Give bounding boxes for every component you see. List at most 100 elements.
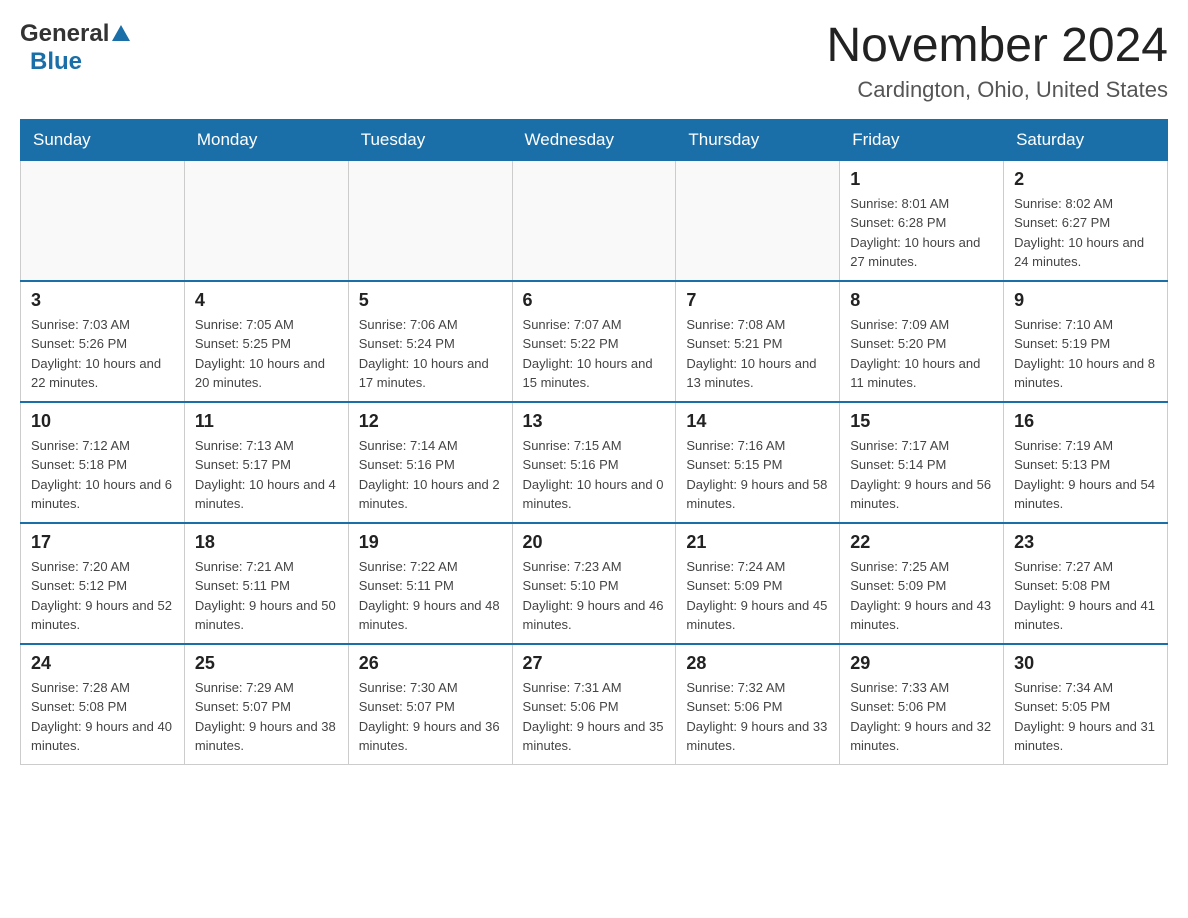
calendar-subtitle: Cardington, Ohio, United States <box>826 77 1168 103</box>
day-number: 17 <box>31 532 174 553</box>
calendar-title: November 2024 <box>826 20 1168 73</box>
day-number: 15 <box>850 411 993 432</box>
day-info: Sunrise: 7:34 AMSunset: 5:05 PMDaylight:… <box>1014 678 1157 756</box>
day-info: Sunrise: 7:07 AMSunset: 5:22 PMDaylight:… <box>523 315 666 393</box>
table-row: 27 Sunrise: 7:31 AMSunset: 5:06 PMDayligh… <box>512 644 676 765</box>
day-number: 5 <box>359 290 502 311</box>
table-row: 2Sunrise: 8:02 AMSunset: 6:27 PMDaylight… <box>1004 160 1168 281</box>
table-row: 11 Sunrise: 7:13 AMSunset: 5:17 PMDayligh… <box>184 402 348 523</box>
day-number: 6 <box>523 290 666 311</box>
day-info: Sunrise: 7:14 AMSunset: 5:16 PMDaylight:… <box>359 436 502 514</box>
table-row: 6 Sunrise: 7:07 AMSunset: 5:22 PMDaylight… <box>512 281 676 402</box>
day-info: Sunrise: 7:06 AMSunset: 5:24 PMDaylight:… <box>359 315 502 393</box>
calendar-header-row: Sunday Monday Tuesday Wednesday Thursday… <box>21 119 1168 160</box>
day-number: 16 <box>1014 411 1157 432</box>
day-number: 25 <box>195 653 338 674</box>
table-row <box>676 160 840 281</box>
header-wednesday: Wednesday <box>512 119 676 160</box>
day-info: Sunrise: 7:12 AMSunset: 5:18 PMDaylight:… <box>31 436 174 514</box>
table-row: 14 Sunrise: 7:16 AMSunset: 5:15 PMDayligh… <box>676 402 840 523</box>
day-info: Sunrise: 7:03 AMSunset: 5:26 PMDaylight:… <box>31 315 174 393</box>
day-info: Sunrise: 7:27 AMSunset: 5:08 PMDaylight:… <box>1014 557 1157 635</box>
table-row: 1 Sunrise: 8:01 AMSunset: 6:28 PMDaylight… <box>840 160 1004 281</box>
day-info: Sunrise: 7:10 AMSunset: 5:19 PMDaylight:… <box>1014 315 1157 393</box>
day-number: 22 <box>850 532 993 553</box>
table-row: 29Sunrise: 7:33 AMSunset: 5:06 PMDayligh… <box>840 644 1004 765</box>
table-row: 7Sunrise: 7:08 AMSunset: 5:21 PMDaylight… <box>676 281 840 402</box>
table-row <box>348 160 512 281</box>
header-saturday: Saturday <box>1004 119 1168 160</box>
day-number: 12 <box>359 411 502 432</box>
day-info: Sunrise: 8:01 AMSunset: 6:28 PMDaylight:… <box>850 194 993 272</box>
day-number: 13 <box>523 411 666 432</box>
day-info: Sunrise: 7:09 AMSunset: 5:20 PMDaylight:… <box>850 315 993 393</box>
table-row: 9 Sunrise: 7:10 AMSunset: 5:19 PMDaylight… <box>1004 281 1168 402</box>
table-row: 17 Sunrise: 7:20 AMSunset: 5:12 PMDayligh… <box>21 523 185 644</box>
table-row: 19Sunrise: 7:22 AMSunset: 5:11 PMDayligh… <box>348 523 512 644</box>
day-info: Sunrise: 7:15 AMSunset: 5:16 PMDaylight:… <box>523 436 666 514</box>
day-number: 14 <box>686 411 829 432</box>
day-number: 8 <box>850 290 993 311</box>
logo: General Blue <box>20 20 130 76</box>
table-row: 30 Sunrise: 7:34 AMSunset: 5:05 PMDayligh… <box>1004 644 1168 765</box>
day-number: 11 <box>195 411 338 432</box>
header-monday: Monday <box>184 119 348 160</box>
header-thursday: Thursday <box>676 119 840 160</box>
day-info: Sunrise: 7:21 AMSunset: 5:11 PMDaylight:… <box>195 557 338 635</box>
day-number: 20 <box>523 532 666 553</box>
day-info: Sunrise: 7:31 AMSunset: 5:06 PMDaylight:… <box>523 678 666 756</box>
day-info: Sunrise: 7:08 AMSunset: 5:21 PMDaylight:… <box>686 315 829 393</box>
table-row: 3Sunrise: 7:03 AMSunset: 5:26 PMDaylight… <box>21 281 185 402</box>
day-number: 24 <box>31 653 174 674</box>
day-info: Sunrise: 7:23 AMSunset: 5:10 PMDaylight:… <box>523 557 666 635</box>
logo-blue-text: Blue <box>30 48 82 75</box>
table-row: 22Sunrise: 7:25 AMSunset: 5:09 PMDayligh… <box>840 523 1004 644</box>
table-row: 28Sunrise: 7:32 AMSunset: 5:06 PMDayligh… <box>676 644 840 765</box>
day-info: Sunrise: 8:02 AMSunset: 6:27 PMDaylight:… <box>1014 194 1157 272</box>
table-row: 26 Sunrise: 7:30 AMSunset: 5:07 PMDayligh… <box>348 644 512 765</box>
day-number: 27 <box>523 653 666 674</box>
day-info: Sunrise: 7:20 AMSunset: 5:12 PMDaylight:… <box>31 557 174 635</box>
day-number: 29 <box>850 653 993 674</box>
table-row: 23Sunrise: 7:27 AMSunset: 5:08 PMDayligh… <box>1004 523 1168 644</box>
table-row: 21 Sunrise: 7:24 AMSunset: 5:09 PMDayligh… <box>676 523 840 644</box>
day-info: Sunrise: 7:29 AMSunset: 5:07 PMDaylight:… <box>195 678 338 756</box>
day-info: Sunrise: 7:30 AMSunset: 5:07 PMDaylight:… <box>359 678 502 756</box>
calendar-table: Sunday Monday Tuesday Wednesday Thursday… <box>20 119 1168 765</box>
day-number: 18 <box>195 532 338 553</box>
table-row: 8 Sunrise: 7:09 AMSunset: 5:20 PMDaylight… <box>840 281 1004 402</box>
day-number: 1 <box>850 169 993 190</box>
day-info: Sunrise: 7:17 AMSunset: 5:14 PMDaylight:… <box>850 436 993 514</box>
table-row: 16 Sunrise: 7:19 AMSunset: 5:13 PMDayligh… <box>1004 402 1168 523</box>
title-block: November 2024 Cardington, Ohio, United S… <box>826 20 1168 103</box>
table-row: 20 Sunrise: 7:23 AMSunset: 5:10 PMDayligh… <box>512 523 676 644</box>
day-number: 21 <box>686 532 829 553</box>
header-sunday: Sunday <box>21 119 185 160</box>
day-number: 4 <box>195 290 338 311</box>
table-row: 18 Sunrise: 7:21 AMSunset: 5:11 PMDayligh… <box>184 523 348 644</box>
table-row: 4Sunrise: 7:05 AMSunset: 5:25 PMDaylight… <box>184 281 348 402</box>
table-row: 13 Sunrise: 7:15 AMSunset: 5:16 PMDayligh… <box>512 402 676 523</box>
table-row <box>512 160 676 281</box>
day-info: Sunrise: 7:13 AMSunset: 5:17 PMDaylight:… <box>195 436 338 514</box>
table-row <box>184 160 348 281</box>
day-info: Sunrise: 7:24 AMSunset: 5:09 PMDaylight:… <box>686 557 829 635</box>
day-number: 30 <box>1014 653 1157 674</box>
table-row: 25 Sunrise: 7:29 AMSunset: 5:07 PMDayligh… <box>184 644 348 765</box>
table-row: 15 Sunrise: 7:17 AMSunset: 5:14 PMDayligh… <box>840 402 1004 523</box>
day-number: 26 <box>359 653 502 674</box>
day-info: Sunrise: 7:16 AMSunset: 5:15 PMDaylight:… <box>686 436 829 514</box>
day-info: Sunrise: 7:19 AMSunset: 5:13 PMDaylight:… <box>1014 436 1157 514</box>
day-number: 28 <box>686 653 829 674</box>
day-number: 9 <box>1014 290 1157 311</box>
header-friday: Friday <box>840 119 1004 160</box>
page-header: General Blue November 2024 Cardington, O… <box>20 20 1168 103</box>
table-row: 12 Sunrise: 7:14 AMSunset: 5:16 PMDayligh… <box>348 402 512 523</box>
logo-general-text: General <box>20 20 109 48</box>
table-row <box>21 160 185 281</box>
table-row: 5 Sunrise: 7:06 AMSunset: 5:24 PMDaylight… <box>348 281 512 402</box>
day-info: Sunrise: 7:22 AMSunset: 5:11 PMDaylight:… <box>359 557 502 635</box>
logo-triangle-icon <box>112 25 130 41</box>
header-tuesday: Tuesday <box>348 119 512 160</box>
day-info: Sunrise: 7:28 AMSunset: 5:08 PMDaylight:… <box>31 678 174 756</box>
